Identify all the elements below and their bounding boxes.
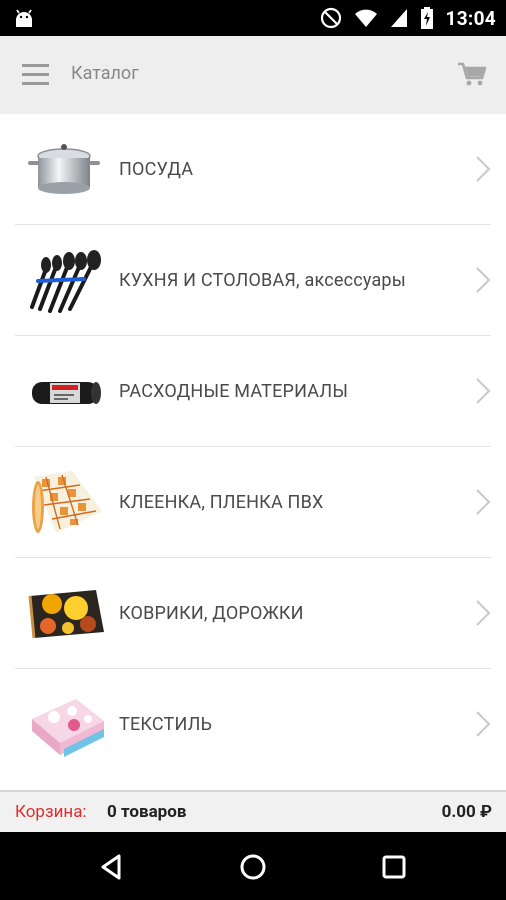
chevron-right-icon xyxy=(476,600,491,626)
pot-image xyxy=(28,144,100,194)
wifi-icon xyxy=(354,9,377,27)
kitchen-utensils-image xyxy=(30,250,101,313)
system-nav-bar xyxy=(0,832,506,900)
rug-image xyxy=(28,590,104,639)
cart-item-count: 0 товаров xyxy=(107,802,187,822)
page-title: Каталог xyxy=(71,63,139,84)
catalog-item-label: ПОСУДА xyxy=(119,159,194,180)
menu-icon[interactable] xyxy=(22,64,49,85)
cart-summary-bar[interactable]: Корзина: 0 товаров 0.00 ₽ xyxy=(0,790,506,832)
cell-signal-icon xyxy=(390,9,407,27)
status-bar: 13:04 xyxy=(0,0,506,36)
catalog-item-rugs[interactable]: КОВРИКИ, ДОРОЖКИ xyxy=(0,558,506,669)
catalog-item-oilcloth[interactable]: КЛЕЕНКА, ПЛЕНКА ПВХ xyxy=(0,447,506,558)
battery-charging-icon xyxy=(420,7,433,29)
cart-label: Корзина: xyxy=(15,802,87,822)
towels-image xyxy=(32,699,104,757)
app-bar: Каталог xyxy=(0,36,506,114)
oilcloth-roll-image xyxy=(32,471,102,533)
catalog-item-textile[interactable]: ТЕКСТИЛЬ xyxy=(0,669,506,780)
catalog-item-label: РАСХОДНЫЕ МАТЕРИАЛЫ xyxy=(119,381,349,402)
cart-icon[interactable] xyxy=(456,60,488,88)
chevron-right-icon xyxy=(476,156,491,182)
home-icon[interactable] xyxy=(236,850,270,884)
catalog-item-consumables[interactable]: РАСХОДНЫЕ МАТЕРИАЛЫ xyxy=(0,336,506,447)
recent-apps-icon[interactable] xyxy=(377,850,411,884)
android-notification-icon xyxy=(16,9,32,27)
catalog-item-kitchen[interactable]: КУХНЯ И СТОЛОВАЯ, аксессуары xyxy=(0,225,506,336)
catalog-item-label: КУХНЯ И СТОЛОВАЯ, аксессуары xyxy=(119,270,406,291)
catalog-item-posuda[interactable]: ПОСУДА xyxy=(0,114,506,225)
chevron-right-icon xyxy=(476,711,491,737)
chevron-right-icon xyxy=(476,378,491,404)
catalog-item-label: КЛЕЕНКА, ПЛЕНКА ПВХ xyxy=(119,492,324,513)
trash-bags-image xyxy=(32,382,101,404)
cart-total: 0.00 ₽ xyxy=(441,802,492,822)
catalog-item-label: ТЕКСТИЛЬ xyxy=(119,714,213,735)
chevron-right-icon xyxy=(476,267,491,293)
status-time: 13:04 xyxy=(445,6,496,30)
back-icon[interactable] xyxy=(95,850,129,884)
catalog-list: ПОСУДА КУХНЯ И СТОЛОВАЯ, аксессуары РАСХ… xyxy=(0,114,506,780)
catalog-item-label: КОВРИКИ, ДОРОЖКИ xyxy=(119,603,304,624)
do-not-disturb-icon xyxy=(320,7,341,29)
chevron-right-icon xyxy=(476,489,491,515)
